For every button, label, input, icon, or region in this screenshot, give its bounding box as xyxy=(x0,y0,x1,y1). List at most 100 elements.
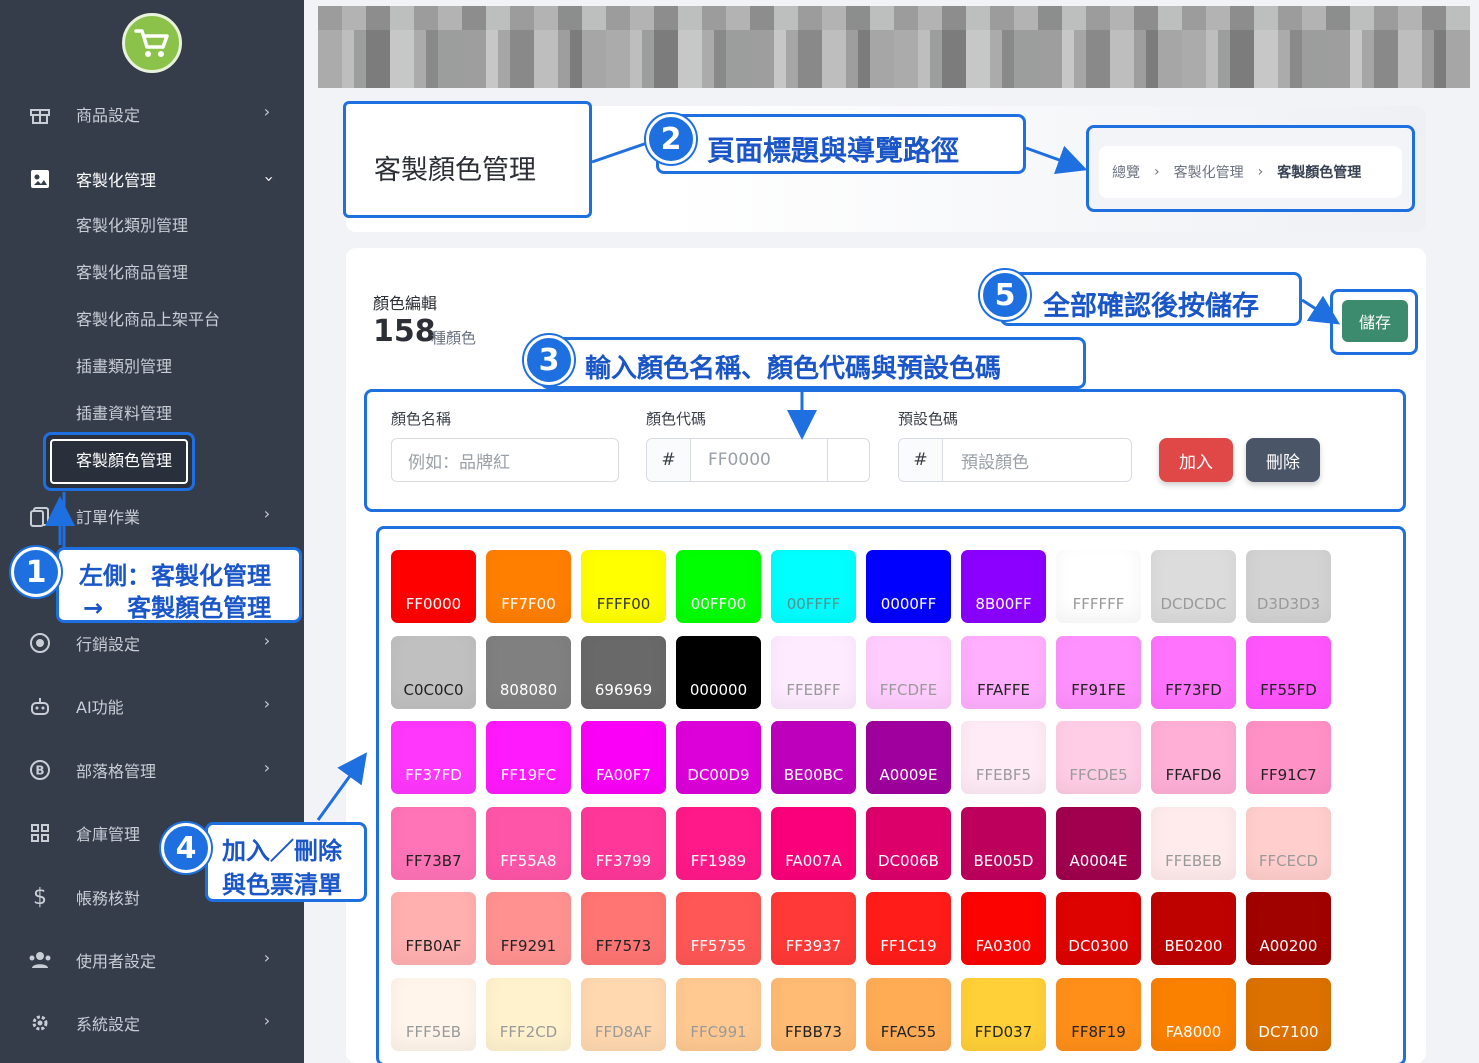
color-swatch[interactable]: DC00D9 xyxy=(676,721,761,794)
sidebar-item-orders[interactable]: 訂單作業 › xyxy=(0,496,304,536)
color-swatch[interactable]: FFF2CD xyxy=(486,977,571,1051)
color-swatch[interactable]: FFAC55 xyxy=(866,977,951,1051)
color-swatch[interactable]: BE00BC xyxy=(771,721,856,794)
chevron-right-icon: › xyxy=(263,694,271,713)
color-swatch[interactable]: FF8F19 xyxy=(1056,977,1141,1051)
color-swatch[interactable]: FA0300 xyxy=(961,892,1046,965)
color-swatch-code: FA00F7 xyxy=(596,766,651,784)
color-swatch[interactable]: FF73FD xyxy=(1151,635,1236,709)
color-swatch[interactable]: FFD8AF xyxy=(581,977,666,1051)
sidebar-item-marketing[interactable]: 行銷設定 › xyxy=(0,623,304,663)
color-swatch[interactable]: FF1C19 xyxy=(866,892,951,965)
color-swatch[interactable]: BE0200 xyxy=(1151,892,1236,965)
color-swatch[interactable]: FF3937 xyxy=(771,892,856,965)
cart-logo-icon[interactable] xyxy=(122,13,182,73)
sidebar-subitem-illustration-category[interactable]: 插畫類別管理 xyxy=(76,352,172,382)
color-swatch[interactable]: FFC991 xyxy=(676,977,761,1051)
sidebar-subitem-custom-product[interactable]: 客製化商品管理 xyxy=(76,258,188,288)
color-swatch[interactable]: FF3799 xyxy=(581,806,666,880)
color-swatch[interactable]: FA8000 xyxy=(1151,977,1236,1051)
sidebar-item-product-settings[interactable]: 商品設定 › xyxy=(0,94,304,134)
color-swatch[interactable]: FF73B7 xyxy=(391,806,476,880)
color-swatch[interactable]: FFBB73 xyxy=(771,977,856,1051)
color-swatch[interactable]: FF7573 xyxy=(581,892,666,965)
color-swatch[interactable]: 000000 xyxy=(676,635,761,709)
color-swatch-code: BE00BC xyxy=(783,766,844,784)
color-swatch[interactable]: FF7F00 xyxy=(486,550,571,623)
color-swatch[interactable]: FFEBFF xyxy=(771,635,856,709)
gear-icon xyxy=(28,1011,52,1035)
color-swatch[interactable]: FFCDE5 xyxy=(1056,721,1141,794)
sidebar-item-customization[interactable]: 客製化管理 › xyxy=(0,159,304,199)
breadcrumb-item-customization[interactable]: 客製化管理 xyxy=(1174,162,1244,182)
color-swatch[interactable]: A00200 xyxy=(1246,892,1331,965)
color-swatch[interactable]: FFAFD6 xyxy=(1151,721,1236,794)
color-swatch-code: FF3937 xyxy=(785,937,842,955)
color-count-unit: 種顏色 xyxy=(431,329,477,347)
sidebar-item-blog[interactable]: B 部落格管理 › xyxy=(0,750,304,790)
color-swatch[interactable]: FFCDFE xyxy=(866,635,951,709)
color-swatch[interactable]: FFFF00 xyxy=(581,550,666,623)
sidebar-item-system[interactable]: 系統設定 › xyxy=(0,1003,304,1043)
color-swatch[interactable]: DC006B xyxy=(866,806,951,880)
swatch-grid: FF0000 FF7F00 FFFF00 00FF00 00FFFF 0000FF 8B00… xyxy=(376,526,1406,1063)
annotation-4-number: 4 xyxy=(161,823,211,873)
color-swatch[interactable]: D3D3D3 xyxy=(1246,550,1331,623)
save-button[interactable]: 儲存 xyxy=(1342,300,1408,342)
color-swatch[interactable]: FFEBF5 xyxy=(961,721,1046,794)
color-swatch[interactable]: FF19FC xyxy=(486,721,571,794)
color-swatch[interactable]: DCDCDC xyxy=(1151,550,1236,623)
color-swatch[interactable]: 0000FF xyxy=(866,550,951,623)
sidebar-item-label: 行銷設定 xyxy=(76,635,141,654)
sidebar-item-users[interactable]: 使用者設定 › xyxy=(0,940,304,980)
color-swatch[interactable]: 808080 xyxy=(486,635,571,709)
editor-heading: 顏色編輯 xyxy=(373,294,438,313)
color-swatch[interactable]: FFD037 xyxy=(961,977,1046,1051)
hash-prefix: # xyxy=(899,439,943,481)
sidebar-item-label: AI功能 xyxy=(76,698,124,717)
color-swatch[interactable]: FF55A8 xyxy=(486,806,571,880)
color-swatch[interactable]: FF5755 xyxy=(676,892,761,965)
breadcrumb-callout: 總覽 › 客製化管理 › 客製顏色管理 xyxy=(1086,125,1415,212)
color-swatch[interactable]: FF37FD xyxy=(391,721,476,794)
color-swatch[interactable]: FF1989 xyxy=(676,806,761,880)
sidebar-subitem-custom-platform[interactable]: 客製化商品上架平台 xyxy=(76,305,220,335)
color-swatch[interactable]: FF0000 xyxy=(391,550,476,623)
color-swatch[interactable]: FF9291 xyxy=(486,892,571,965)
color-swatch[interactable]: FA007A xyxy=(771,806,856,880)
sidebar-subitem-custom-color[interactable]: 客製顏色管理 xyxy=(43,432,195,491)
color-swatch[interactable]: FFCECD xyxy=(1246,806,1331,880)
color-swatch[interactable]: FFFFFF xyxy=(1056,550,1141,623)
color-swatch[interactable]: FFEBEB xyxy=(1151,806,1236,880)
color-swatch[interactable]: A0009E xyxy=(866,721,951,794)
color-swatch[interactable]: 00FF00 xyxy=(676,550,761,623)
color-swatch[interactable]: FF91C7 xyxy=(1246,721,1331,794)
annotation-5-text: 全部確認後按儲存 xyxy=(1043,291,1259,322)
color-swatch[interactable]: DC0300 xyxy=(1056,892,1141,965)
color-swatch[interactable]: FF55FD xyxy=(1246,635,1331,709)
delete-button[interactable]: 刪除 xyxy=(1246,438,1320,482)
color-swatch[interactable]: FFAFFE xyxy=(961,635,1046,709)
color-swatch[interactable]: 00FFFF xyxy=(771,550,856,623)
sidebar-subitem-custom-category[interactable]: 客製化類別管理 xyxy=(76,211,188,241)
preset-color-input[interactable]: # 預設顏色 xyxy=(898,438,1132,482)
color-swatch[interactable]: FFF5EB xyxy=(391,977,476,1051)
sidebar-subitem-illustration-data[interactable]: 插畫資料管理 xyxy=(76,399,172,429)
color-code-input[interactable]: # FF0000 xyxy=(646,438,870,482)
color-swatch[interactable]: 8B00FF xyxy=(961,550,1046,623)
color-swatch[interactable]: FF91FE xyxy=(1056,635,1141,709)
color-swatch[interactable]: A0004E xyxy=(1056,806,1141,880)
color-swatch[interactable]: FA00F7 xyxy=(581,721,666,794)
sidebar-item-label: 客製化管理 xyxy=(76,171,157,190)
color-swatch[interactable]: DC7100 xyxy=(1246,977,1331,1051)
add-button[interactable]: 加入 xyxy=(1159,438,1233,482)
color-swatch[interactable]: BE005D xyxy=(961,806,1046,880)
sidebar-item-label: 系統設定 xyxy=(76,1015,141,1034)
color-swatch[interactable]: C0C0C0 xyxy=(391,635,476,709)
color-swatch-code: FFF2CD xyxy=(499,1022,558,1041)
color-swatch[interactable]: FFB0AF xyxy=(391,892,476,965)
color-name-input[interactable]: 例如：品牌紅 xyxy=(391,438,619,482)
breadcrumb-item-overview[interactable]: 總覽 xyxy=(1112,162,1140,182)
sidebar-item-ai[interactable]: AI功能 › xyxy=(0,686,304,726)
color-swatch[interactable]: 696969 xyxy=(581,635,666,709)
